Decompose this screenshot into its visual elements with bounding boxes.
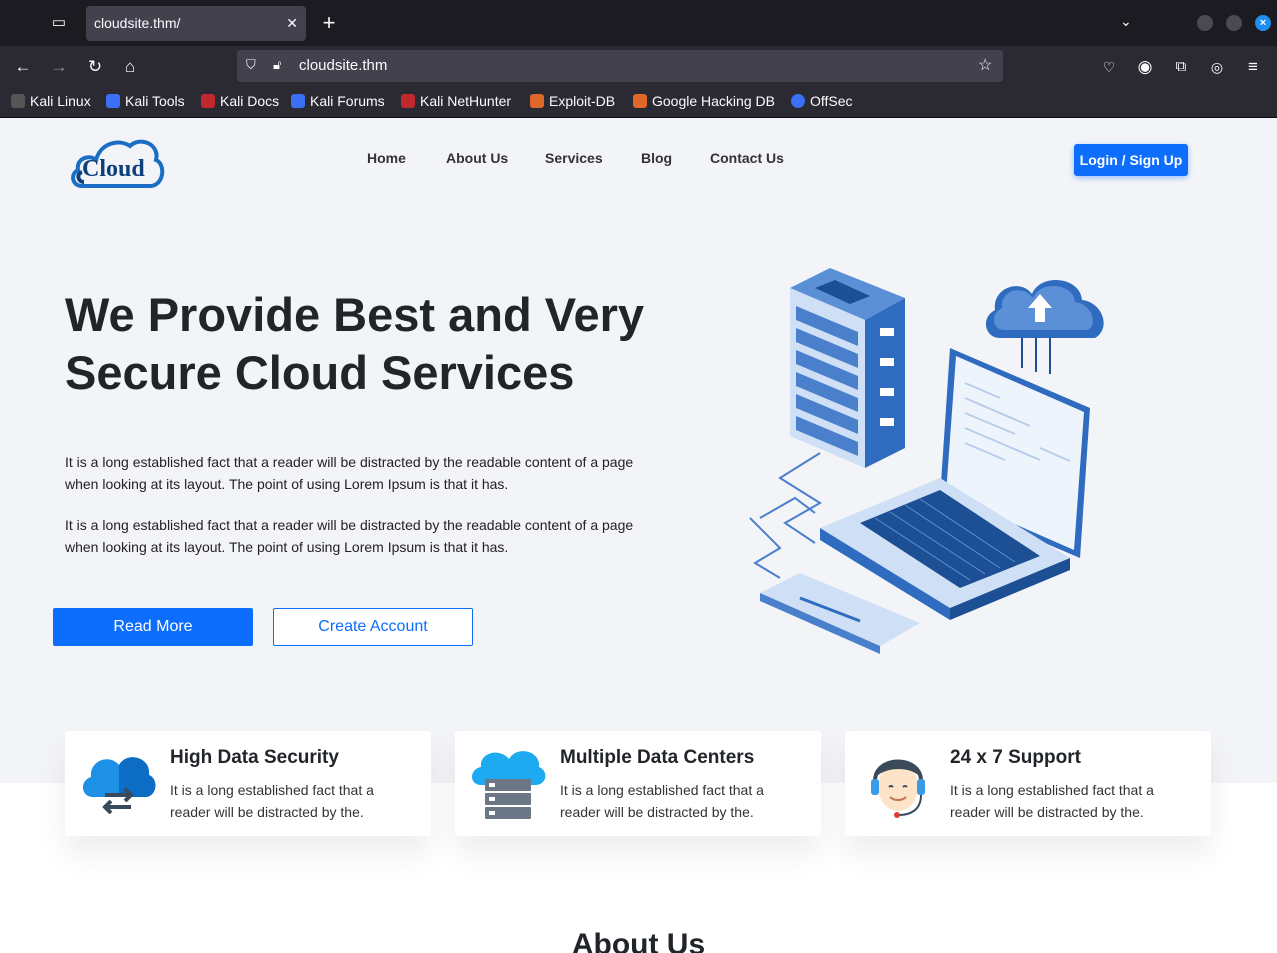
kali-dragon-icon	[11, 94, 25, 108]
kali-tools-icon	[106, 94, 120, 108]
exploit-db-icon	[530, 94, 544, 108]
about-us-heading: About Us	[571, 928, 706, 953]
feature-title: Multiple Data Centers	[560, 747, 755, 768]
close-tab-icon[interactable]: ✕	[286, 6, 298, 41]
close-window-button[interactable]: ×	[1255, 15, 1271, 31]
nav-about-us[interactable]: About Us	[446, 150, 508, 166]
url-text[interactable]: cloudsite.thm	[299, 57, 387, 74]
support-agent-icon	[871, 759, 925, 818]
bookmark-kali-forums[interactable]: Kali Forums	[291, 93, 385, 109]
login-signup-button[interactable]: Login / Sign Up	[1074, 144, 1188, 176]
kali-forums-icon	[291, 94, 305, 108]
tab-title: cloudsite.thm/	[94, 15, 181, 31]
feature-text: It is a long established fact that a rea…	[950, 782, 1154, 820]
feature-title: 24 x 7 Support	[950, 747, 1081, 768]
minimize-button[interactable]	[1197, 15, 1213, 31]
bookmark-kali-tools[interactable]: Kali Tools	[106, 93, 185, 109]
cloud-server-icon	[472, 751, 546, 819]
offsec-icon	[791, 94, 805, 108]
navigation-toolbar: ← → ↻ ⌂ ⛉ 🔓︎ cloudsite.thm ☆ ♡ ◉ ⧉ ◎ ≡	[0, 46, 1277, 88]
browser-tab-strip: ▭ cloudsite.thm/ ✕ + ⌄ ×	[0, 0, 1277, 46]
page-content: Cloud Home About Us Services Blog Contac…	[0, 118, 1277, 953]
bookmark-offsec[interactable]: OffSec	[791, 93, 853, 109]
cloud-server-illustration	[749, 268, 1104, 654]
nav-home[interactable]: Home	[367, 150, 406, 166]
extension-badge-icon[interactable]: ◎	[1204, 55, 1230, 79]
hero-paragraph-1: It is a long established fact that a rea…	[65, 454, 634, 492]
create-account-button[interactable]: Create Account	[273, 608, 473, 646]
bookmark-kali-linux[interactable]: Kali Linux	[11, 93, 91, 109]
feature-card-support: 24 x 7 Support It is a long established …	[845, 731, 1211, 836]
bookmark-kali-nethunter[interactable]: Kali NetHunter	[401, 93, 511, 109]
logo-text: Cloud	[82, 156, 145, 182]
bookmarks-toolbar: Kali Linux Kali Tools Kali Docs Kali For…	[0, 88, 1277, 118]
ghdb-icon	[633, 94, 647, 108]
feature-title: High Data Security	[170, 747, 339, 768]
bookmark-google-hacking-db[interactable]: Google Hacking DB	[633, 93, 775, 109]
pocket-icon[interactable]: ♡	[1096, 55, 1122, 79]
extensions-icon[interactable]: ⧉	[1168, 55, 1194, 79]
hero-paragraph-2: It is a long established fact that a rea…	[65, 517, 634, 555]
reload-icon[interactable]: ↻	[82, 55, 108, 79]
account-icon[interactable]: ◉	[1132, 55, 1158, 79]
shield-icon[interactable]: ⛉	[246, 57, 256, 73]
nav-blog[interactable]: Blog	[641, 150, 672, 166]
insecure-lock-icon[interactable]: 🔓︎	[273, 57, 281, 73]
menu-icon[interactable]: ≡	[1240, 55, 1266, 79]
bookmark-exploit-db[interactable]: Exploit-DB	[530, 93, 615, 109]
forward-icon[interactable]: →	[46, 55, 72, 79]
active-tab[interactable]: cloudsite.thm/ ✕	[86, 6, 306, 41]
kali-docs-icon	[201, 94, 215, 108]
feature-text: It is a long established fact that a rea…	[170, 782, 374, 820]
feature-text: It is a long established fact that a rea…	[560, 782, 764, 820]
nav-services[interactable]: Services	[545, 150, 603, 166]
bookmark-star-icon[interactable]: ☆	[978, 55, 992, 75]
cloud-transfer-icon	[82, 757, 156, 815]
read-more-button[interactable]: Read More	[53, 608, 253, 646]
hero-title: We Provide Best and Very Secure Cloud Se…	[65, 288, 645, 399]
maximize-button[interactable]	[1226, 15, 1242, 31]
tab-list-icon[interactable]: ▭	[48, 12, 70, 34]
url-bar[interactable]: ⛉ 🔓︎ cloudsite.thm ☆	[237, 50, 1003, 82]
new-tab-button[interactable]: +	[318, 8, 340, 38]
list-all-tabs-icon[interactable]: ⌄	[1120, 13, 1132, 30]
feature-card-datacenters: Multiple Data Centers It is a long estab…	[455, 731, 821, 836]
nethunter-icon	[401, 94, 415, 108]
nav-contact-us[interactable]: Contact Us	[710, 150, 784, 166]
home-icon[interactable]: ⌂	[117, 55, 143, 79]
feature-card-security: High Data Security It is a long establis…	[65, 731, 431, 836]
site-logo[interactable]: Cloud	[70, 130, 166, 190]
bookmark-kali-docs[interactable]: Kali Docs	[201, 93, 279, 109]
back-icon[interactable]: ←	[10, 55, 36, 79]
